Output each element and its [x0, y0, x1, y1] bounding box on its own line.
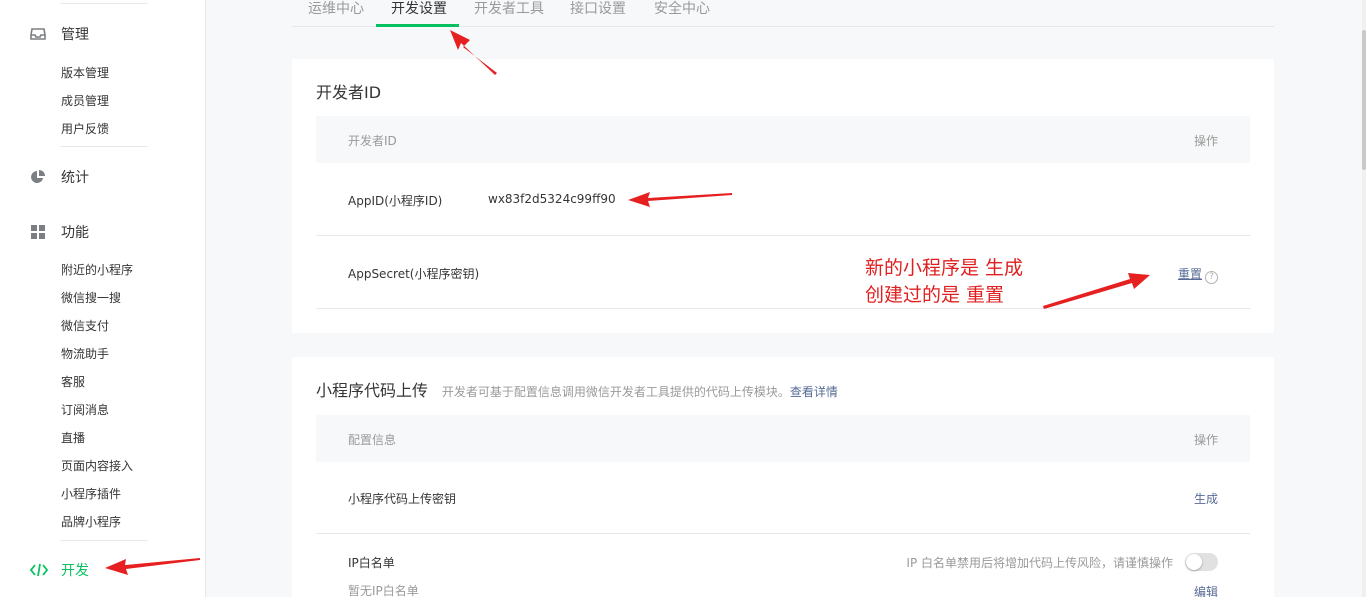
- code-upload-panel: 小程序代码上传 开发者可基于配置信息调用微信开发者工具提供的代码上传模块。查看详…: [292, 357, 1274, 597]
- sidebar-item-brand[interactable]: 品牌小程序: [61, 513, 121, 530]
- sidebar-item-pay[interactable]: 微信支付: [61, 317, 109, 334]
- appid-label: AppID(小程序ID): [348, 194, 443, 208]
- sidebar-group-label: 管理: [61, 27, 89, 43]
- ip-whitelist-toggle[interactable]: [1185, 553, 1218, 571]
- sidebar-group-label: 功能: [61, 225, 89, 241]
- table-row-upload-key: 小程序代码上传密钥 生成: [316, 462, 1250, 534]
- tab-bar: 运维中心 开发设置 开发者工具 接口设置 安全中心: [292, 0, 1274, 27]
- tab-security[interactable]: 安全中心: [654, 0, 710, 27]
- sidebar: 管理 版本管理 成员管理 用户反馈 统计 功能 附近的小程序 微信搜一搜 微信支…: [0, 0, 206, 597]
- sidebar-item-members[interactable]: 成员管理: [61, 92, 109, 109]
- sidebar-group-manage[interactable]: 管理: [30, 24, 89, 44]
- header-col-id: 开发者ID: [348, 134, 397, 148]
- active-tab-indicator: [376, 24, 459, 27]
- scrollbar-thumb[interactable]: [1362, 30, 1366, 170]
- annotation-line-1: 新的小程序是 生成: [865, 257, 1024, 279]
- sidebar-item-nearby[interactable]: 附近的小程序: [61, 261, 133, 278]
- sidebar-group-features[interactable]: 功能: [30, 222, 89, 242]
- sidebar-item-feedback[interactable]: 用户反馈: [61, 120, 109, 137]
- table-row-appsecret: AppSecret(小程序密钥) 重置?: [316, 236, 1250, 309]
- sidebar-item-version[interactable]: 版本管理: [61, 64, 109, 81]
- sidebar-group-develop[interactable]: 开发: [29, 560, 89, 580]
- annotation-text: 新的小程序是 生成 创建过的是 重置: [865, 255, 1023, 309]
- divider: [60, 3, 148, 4]
- sidebar-item-live[interactable]: 直播: [61, 429, 85, 446]
- sidebar-item-service[interactable]: 客服: [61, 373, 85, 390]
- code-icon: [29, 562, 49, 578]
- header-col-action: 操作: [1193, 433, 1218, 447]
- appsecret-actions: 重置?: [1178, 265, 1218, 284]
- ip-whitelist-warning: IP 白名单禁用后将增加代码上传风险，请谨慎操作: [906, 556, 1173, 570]
- table-row-ip-whitelist: IP白名单 暂无IP白名单 IP 白名单禁用后将增加代码上传风险，请谨慎操作 编…: [316, 534, 1250, 597]
- sidebar-group-label: 开发: [61, 563, 89, 579]
- ip-whitelist-label: IP白名单: [348, 556, 395, 570]
- table-header: 开发者ID 操作: [316, 116, 1250, 163]
- panel-header: 小程序代码上传 开发者可基于配置信息调用微信开发者工具提供的代码上传模块。查看详…: [316, 377, 838, 401]
- panel-title: 小程序代码上传: [316, 381, 429, 400]
- ip-whitelist-empty: 暂无IP白名单: [348, 584, 419, 597]
- inbox-icon: [30, 26, 46, 42]
- view-details-link[interactable]: 查看详情: [790, 385, 838, 399]
- tab-dev-tools[interactable]: 开发者工具: [474, 0, 544, 27]
- pie-chart-icon: [30, 169, 46, 185]
- reset-secret-link[interactable]: 重置: [1178, 267, 1202, 281]
- table-header: 配置信息 操作: [316, 415, 1250, 462]
- table-row-appid: AppID(小程序ID) wx83f2d5324c99ff90: [316, 163, 1250, 236]
- panel-description: 开发者可基于配置信息调用微信开发者工具提供的代码上传模块。: [441, 385, 790, 399]
- upload-key-label: 小程序代码上传密钥: [348, 492, 457, 506]
- tab-api-settings[interactable]: 接口设置: [570, 0, 626, 27]
- grid-icon: [30, 224, 46, 240]
- page-scrollbar[interactable]: [1362, 0, 1366, 597]
- tab-dev-settings[interactable]: 开发设置: [391, 0, 447, 27]
- header-col-action: 操作: [1193, 134, 1218, 148]
- developer-id-panel: 开发者ID 开发者ID 操作 AppID(小程序ID) wx83f2d5324c…: [292, 59, 1274, 333]
- appid-value: wx83f2d5324c99ff90: [488, 192, 616, 206]
- sidebar-group-stats[interactable]: 统计: [30, 167, 89, 187]
- annotation-line-2: 创建过的是 重置: [865, 284, 1005, 306]
- divider: [60, 540, 148, 541]
- generate-key-link[interactable]: 生成: [1194, 490, 1218, 507]
- sidebar-item-logistics[interactable]: 物流助手: [61, 345, 109, 362]
- edit-ip-whitelist-link[interactable]: 编辑: [1194, 583, 1218, 597]
- divider: [60, 146, 148, 147]
- sidebar-group-label: 统计: [61, 170, 89, 186]
- panel-title: 开发者ID: [316, 83, 382, 102]
- sidebar-item-subscribe[interactable]: 订阅消息: [61, 401, 109, 418]
- help-icon[interactable]: ?: [1205, 271, 1218, 284]
- tab-ops[interactable]: 运维中心: [308, 0, 364, 27]
- header-col-config: 配置信息: [348, 433, 397, 447]
- sidebar-item-search[interactable]: 微信搜一搜: [61, 289, 121, 306]
- appsecret-label: AppSecret(小程序密钥): [348, 267, 480, 281]
- sidebar-item-content[interactable]: 页面内容接入: [61, 457, 133, 474]
- sidebar-item-plugin[interactable]: 小程序插件: [61, 485, 121, 502]
